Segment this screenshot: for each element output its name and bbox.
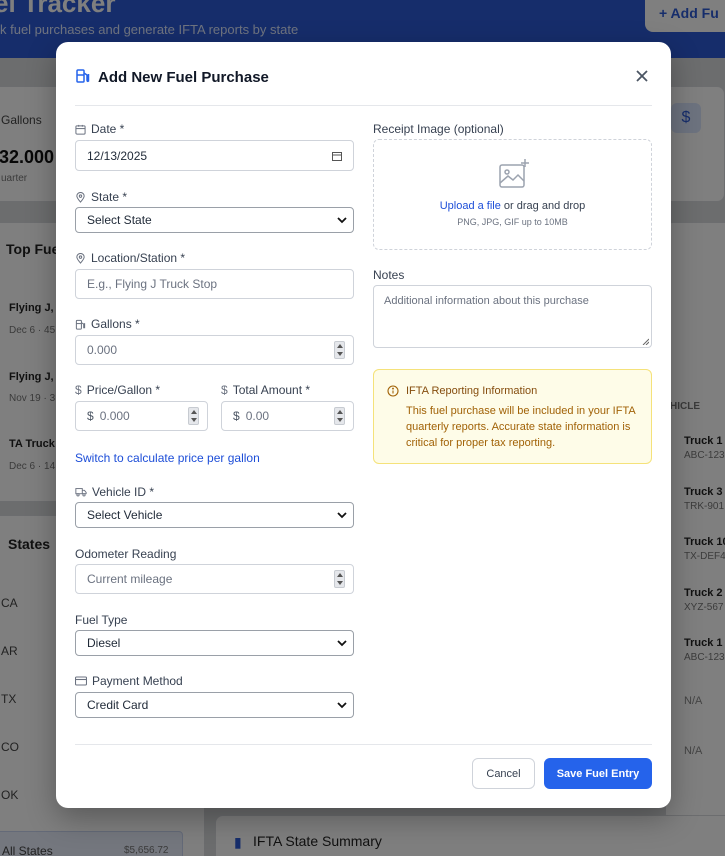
location-placeholder: E.g., Flying J Truck Stop: [87, 277, 218, 291]
receipt-label: Receipt Image (optional): [373, 122, 504, 136]
image-plus-icon: [499, 159, 529, 188]
upload-file-link[interactable]: Upload a file: [440, 200, 501, 212]
odometer-input[interactable]: Current mileage: [75, 564, 354, 594]
date-input[interactable]: 12/13/2025: [75, 140, 354, 171]
modal-title: Add New Fuel Purchase: [98, 69, 269, 86]
price-stepper[interactable]: [188, 407, 199, 425]
info-body: This fuel purchase will be included in y…: [406, 405, 636, 449]
state-label-text: State *: [91, 190, 128, 204]
odometer-placeholder: Current mileage: [87, 572, 173, 586]
odometer-stepper[interactable]: [334, 570, 345, 588]
location-label-text: Location/Station *: [91, 251, 186, 265]
map-pin-icon: [76, 252, 85, 264]
gallons-label: Gallons *: [75, 317, 140, 331]
location-label: Location/Station *: [75, 251, 185, 265]
chevron-down-icon: [337, 217, 347, 224]
total-label: $ Total Amount *: [221, 383, 310, 397]
vehicle-label-text: Vehicle ID *: [92, 485, 155, 499]
cancel-button[interactable]: Cancel: [472, 758, 535, 789]
odometer-label: Odometer Reading: [75, 547, 177, 561]
fuel-type-select[interactable]: Diesel: [75, 630, 354, 656]
price-placeholder: 0.000: [99, 409, 130, 423]
price-currency: $: [87, 409, 94, 423]
state-select[interactable]: Select State: [75, 207, 354, 233]
ifta-info-box: IFTA Reporting Information This fuel pur…: [373, 369, 652, 464]
payment-label-text: Payment Method: [92, 674, 183, 688]
payment-select[interactable]: Credit Card: [75, 692, 354, 718]
dollar-icon: $: [75, 383, 82, 397]
date-label: Date *: [75, 122, 124, 136]
modal-footer-divider: [75, 744, 652, 745]
info-icon: [387, 385, 399, 397]
calendar-picker-icon[interactable]: [332, 151, 342, 161]
price-label-text: Price/Gallon *: [86, 383, 161, 397]
notes-textarea[interactable]: Additional information about this purcha…: [373, 285, 652, 348]
total-placeholder: 0.00: [245, 409, 270, 423]
notes-label: Notes: [373, 268, 405, 282]
price-input[interactable]: $ 0.000: [75, 401, 208, 431]
modal-header: Add New Fuel Purchase: [75, 42, 652, 106]
state-label: State *: [75, 190, 127, 204]
date-value: 12/13/2025: [87, 148, 148, 163]
switch-calculation-link[interactable]: Switch to calculate price per gallon: [75, 451, 260, 465]
calendar-icon: [75, 124, 86, 135]
vehicle-value: Select Vehicle: [87, 508, 163, 522]
upload-hint: PNG, JPG, GIF up to 10MB: [457, 217, 568, 227]
gallons-input[interactable]: 0.000: [75, 335, 354, 365]
credit-card-icon: [75, 676, 87, 686]
chevron-down-icon: [337, 512, 347, 519]
vehicle-select[interactable]: Select Vehicle: [75, 502, 354, 528]
location-input[interactable]: E.g., Flying J Truck Stop: [75, 269, 354, 299]
fuel-type-value: Diesel: [87, 636, 121, 650]
info-title: IFTA Reporting Information: [406, 385, 538, 397]
payment-value: Credit Card: [87, 698, 149, 712]
receipt-dropzone[interactable]: Upload a file or drag and drop PNG, JPG,…: [373, 139, 652, 250]
truck-icon: [75, 488, 87, 497]
drag-drop-text: or drag and drop: [500, 200, 586, 212]
gallons-label-text: Gallons *: [91, 317, 140, 331]
chevron-down-icon: [337, 640, 347, 647]
upload-text: Upload a file or drag and drop: [374, 200, 651, 212]
resize-handle-icon[interactable]: [642, 338, 649, 345]
chevron-down-icon: [337, 702, 347, 709]
gallons-placeholder: 0.000: [87, 343, 118, 357]
date-label-text: Date *: [91, 122, 125, 136]
price-label: $ Price/Gallon *: [75, 383, 160, 397]
fuel-type-label: Fuel Type: [75, 613, 128, 627]
dollar-icon: $: [221, 383, 228, 397]
close-icon[interactable]: [632, 66, 652, 86]
notes-placeholder: Additional information about this purcha…: [384, 295, 589, 307]
save-fuel-entry-button[interactable]: Save Fuel Entry: [544, 758, 652, 789]
total-input[interactable]: $ 0.00: [221, 401, 354, 431]
total-label-text: Total Amount *: [232, 383, 311, 397]
total-currency: $: [233, 409, 240, 423]
fuel-pump-icon: [75, 319, 86, 330]
total-stepper[interactable]: [334, 407, 345, 425]
state-value: Select State: [87, 213, 152, 227]
add-fuel-modal: Add New Fuel Purchase Date * 12/13/2025 …: [56, 42, 671, 808]
vehicle-label: Vehicle ID *: [75, 485, 154, 499]
fuel-pump-icon: [76, 69, 90, 83]
payment-label: Payment Method: [75, 674, 183, 688]
map-pin-icon: [76, 191, 85, 203]
gallons-stepper[interactable]: [334, 341, 345, 359]
